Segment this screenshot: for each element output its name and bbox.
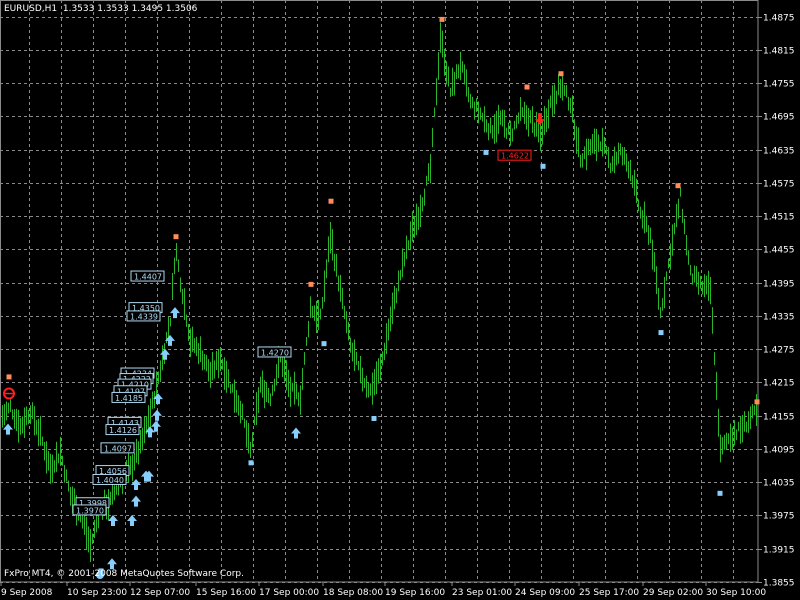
buy-arrow-icon bbox=[108, 515, 118, 527]
buy-arrow-icon bbox=[170, 307, 180, 319]
low-marker bbox=[483, 149, 489, 155]
x-tick-label: 9 Sep 2008 bbox=[1, 588, 53, 598]
y-tick-label: 1.4455 bbox=[763, 246, 795, 256]
y-tick-label: 1.3915 bbox=[763, 546, 795, 556]
copyright-label: FxPro MT4, © 2001-2008 MetaQuotes Softwa… bbox=[4, 569, 244, 579]
x-tick-label: 25 Sep 17:00 bbox=[579, 588, 639, 598]
y-tick-label: 1.4035 bbox=[763, 479, 795, 489]
low-marker bbox=[371, 415, 377, 421]
x-tick-label: 29 Sep 02:00 bbox=[643, 588, 703, 598]
sell-label-text: 1.4622 bbox=[501, 152, 529, 161]
x-tick-label: 15 Sep 16:00 bbox=[196, 588, 256, 598]
y-tick-label: 1.4635 bbox=[763, 147, 795, 157]
high-marker bbox=[328, 198, 334, 204]
buy-arrow-icon bbox=[127, 515, 137, 527]
price-label-text: 1.4339 bbox=[130, 312, 158, 321]
y-tick-label: 1.4815 bbox=[763, 47, 795, 57]
x-tick-label: 12 Sep 07:00 bbox=[130, 588, 190, 598]
x-tick-label: 30 Sep 10:00 bbox=[706, 588, 766, 598]
high-marker bbox=[6, 374, 12, 380]
y-tick-label: 1.3855 bbox=[763, 579, 795, 589]
y-tick-label: 1.4695 bbox=[763, 113, 795, 123]
x-tick-label: 23 Sep 01:00 bbox=[452, 588, 512, 598]
y-tick-label: 1.4575 bbox=[763, 180, 795, 190]
price-label-text: 1.4097 bbox=[104, 444, 132, 453]
y-tick-label: 1.4755 bbox=[763, 80, 795, 90]
y-tick-label: 1.4515 bbox=[763, 213, 795, 223]
high-marker bbox=[754, 399, 760, 405]
low-marker bbox=[717, 490, 723, 496]
high-marker bbox=[173, 234, 179, 240]
high-marker bbox=[558, 71, 564, 77]
y-tick-label: 1.4215 bbox=[763, 379, 795, 389]
price-label-text: 1.4270 bbox=[261, 348, 289, 357]
buy-arrow-icon bbox=[152, 409, 162, 421]
y-tick-label: 1.3975 bbox=[763, 512, 795, 522]
x-tick-label: 19 Sep 16:00 bbox=[385, 588, 445, 598]
high-marker bbox=[524, 84, 530, 90]
buy-arrow-icon bbox=[160, 348, 170, 360]
high-marker bbox=[308, 281, 314, 287]
y-tick-label: 1.4875 bbox=[763, 14, 795, 24]
buy-arrow-icon bbox=[291, 427, 301, 439]
low-marker bbox=[248, 460, 254, 466]
buy-arrow-icon bbox=[131, 495, 141, 507]
y-tick-label: 1.4335 bbox=[763, 313, 795, 323]
price-label-text: 1.4185 bbox=[115, 394, 143, 403]
ohlc-label: 1.3533 1.3533 1.3495 1.3506 bbox=[62, 4, 198, 14]
symbol-label: EURUSD,H1 bbox=[4, 4, 58, 14]
high-marker bbox=[675, 183, 681, 189]
price-chart[interactable]: 1.4875 1.4815 1.4755 1.4695 1.4635 1.4575 1.45… bbox=[0, 0, 800, 600]
price-label-text: 1.4407 bbox=[134, 273, 162, 282]
x-tick-label: 18 Sep 08:00 bbox=[323, 588, 383, 598]
y-tick-label: 1.4155 bbox=[763, 413, 795, 423]
x-tick-label: 10 Sep 23:00 bbox=[67, 588, 127, 598]
low-marker bbox=[658, 330, 664, 336]
high-marker bbox=[439, 16, 445, 22]
price-label-text: 1.4040 bbox=[96, 476, 124, 485]
price-label-text: 1.3970 bbox=[76, 506, 104, 515]
buy-arrow-icon bbox=[107, 558, 117, 570]
price-label-text: 1.4126 bbox=[109, 426, 137, 435]
chart-header: EURUSD,H1 1.3533 1.3533 1.3495 1.3506 bbox=[4, 4, 197, 14]
low-marker bbox=[321, 341, 327, 347]
x-tick-label: 24 Sep 09:00 bbox=[515, 588, 575, 598]
low-marker bbox=[540, 163, 546, 169]
x-tick-label: 17 Sep 00:00 bbox=[259, 588, 319, 598]
y-tick-label: 1.4395 bbox=[763, 280, 795, 290]
y-tick-label: 1.4275 bbox=[763, 346, 795, 356]
y-tick-label: 1.4095 bbox=[763, 446, 795, 456]
